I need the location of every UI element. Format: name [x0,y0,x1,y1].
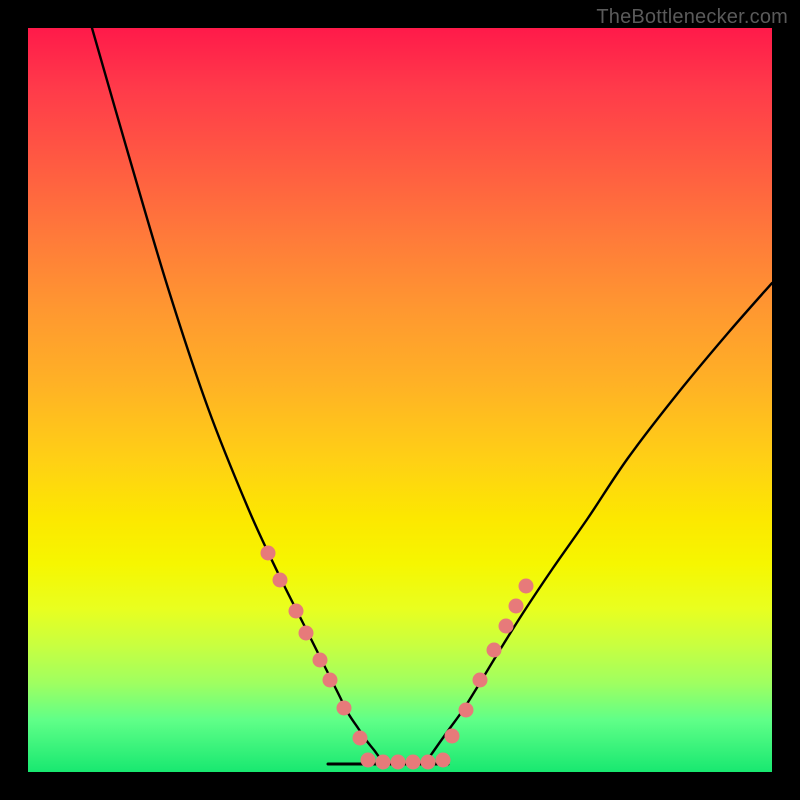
marker-dot [273,573,288,588]
series-right-curve [424,283,772,764]
bottleneck-curve [92,28,772,764]
marker-dot [299,626,314,641]
marker-dot [509,599,524,614]
marker-dot [391,755,406,770]
marker-dot [473,673,488,688]
chart-frame: TheBottlenecker.com [0,0,800,800]
marker-dot [261,546,276,561]
marker-dot [459,703,474,718]
marker-dot [499,619,514,634]
marker-dot [421,755,436,770]
marker-dot [353,731,368,746]
curve-layer [28,28,772,772]
marker-dot [313,653,328,668]
marker-dot [323,673,338,688]
watermark-text: TheBottlenecker.com [596,6,788,29]
marker-dot [337,701,352,716]
marker-dot [406,755,421,770]
marker-dot [289,604,304,619]
marker-dot [519,579,534,594]
marker-dot [361,753,376,768]
marker-dot [436,753,451,768]
marker-dot [487,643,502,658]
plot-area [28,28,772,772]
series-left-curve [92,28,386,764]
marker-dot [445,729,460,744]
data-markers [261,546,534,770]
marker-dot [376,755,391,770]
